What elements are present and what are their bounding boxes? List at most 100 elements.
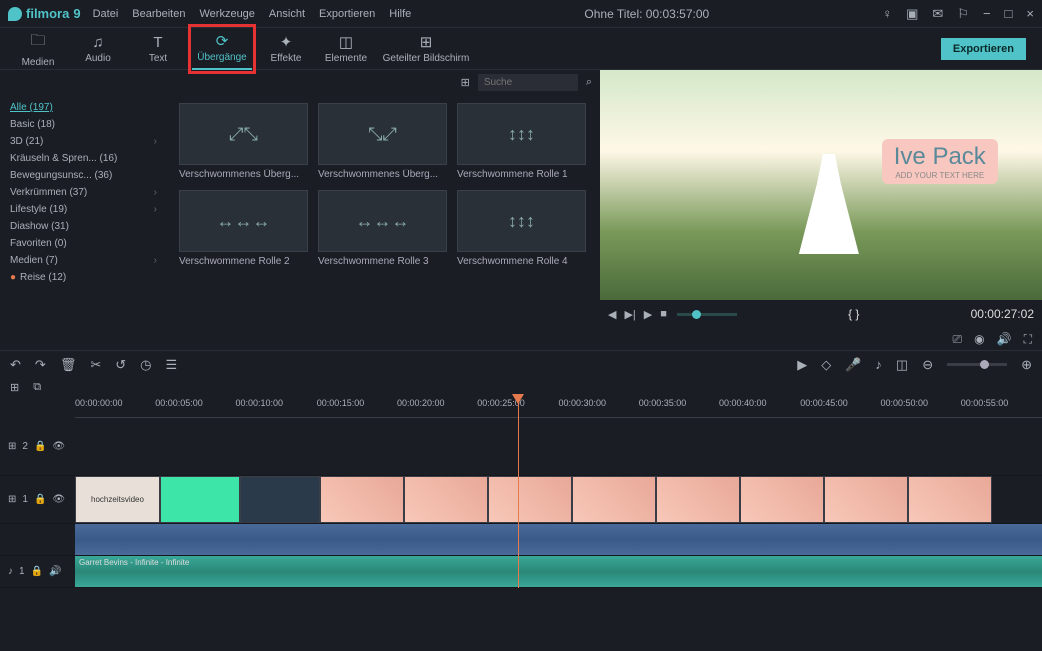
mute-icon[interactable]: 🔊 [49, 566, 61, 577]
track-content[interactable] [75, 418, 1042, 475]
stop-button[interactable]: ■ [660, 308, 667, 321]
video-clip[interactable] [404, 476, 488, 523]
marker-button[interactable]: ◷ [140, 357, 151, 373]
video-clip[interactable] [656, 476, 740, 523]
video-clip[interactable] [160, 476, 240, 523]
delete-button[interactable]: 🗑 [60, 357, 77, 373]
render-button[interactable]: ▶ [797, 357, 807, 373]
sidebar-item-basic[interactable]: Basic (18) [0, 116, 165, 133]
ruler-mark: 00:00:05:00 [155, 398, 203, 408]
mail-icon[interactable]: ✉ [932, 6, 943, 22]
sidebar-item-kraeuseln[interactable]: Kräuseln & Spren... (16) [0, 150, 165, 167]
menu-datei[interactable]: Datei [93, 8, 119, 20]
export-button[interactable]: Exportieren [941, 38, 1026, 60]
sidebar-item-medien[interactable]: Medien (7)› [0, 252, 165, 269]
time-ruler[interactable]: 00:00:00:00 00:00:05:00 00:00:10:00 00:0… [75, 396, 1042, 418]
redo-button[interactable]: ↷ [35, 357, 46, 373]
zoom-slider[interactable] [947, 363, 1007, 366]
grid-view-icon[interactable]: ⊞ [461, 76, 470, 89]
video-clip[interactable] [824, 476, 908, 523]
category-sidebar: Alle (197) Basic (18) 3D (21)› Kräuseln … [0, 95, 165, 350]
menu-ansicht[interactable]: Ansicht [269, 8, 305, 20]
display-icon[interactable]: ⎚ [953, 332, 963, 347]
tab-effekte[interactable]: ✦Effekte [256, 28, 316, 70]
fullscreen-icon[interactable]: ⛶ [1024, 332, 1032, 347]
sidebar-item-reise[interactable]: ●Reise (12) [0, 269, 165, 286]
cut-button[interactable]: ✂ [90, 357, 101, 373]
tab-uebergaenge[interactable]: ⟳Übergänge [192, 28, 252, 70]
transition-label: Verschwommenes Überg... [318, 169, 447, 180]
track-content[interactable]: Garret Bevins - Infinite - Infinite [75, 556, 1042, 587]
visibility-icon[interactable]: 👁 [52, 441, 65, 452]
track-content[interactable] [75, 524, 1042, 555]
settings-button[interactable]: ☰ [165, 357, 177, 373]
sidebar-item-diashow[interactable]: Diashow (31) [0, 218, 165, 235]
menu-exportieren[interactable]: Exportieren [319, 8, 375, 20]
menu-werkzeuge[interactable]: Werkzeuge [199, 8, 254, 20]
music-button[interactable]: ♪ [875, 357, 882, 372]
sidebar-item-lifestyle[interactable]: Lifestyle (19)› [0, 201, 165, 218]
snapshot-icon[interactable]: ◉ [974, 332, 984, 346]
search-input[interactable] [478, 74, 578, 91]
transition-item[interactable]: ↔↔↔Verschwommene Rolle 2 [179, 190, 308, 267]
chevron-right-icon: › [154, 136, 157, 147]
volume-icon[interactable]: 🔊 [997, 332, 1012, 346]
video-clip[interactable] [908, 476, 992, 523]
audio-clip[interactable]: Garret Bevins - Infinite - Infinite [75, 556, 1042, 587]
transition-item[interactable]: ⤡⤢Verschwommenes Überg... [318, 103, 447, 180]
lock-icon[interactable]: 🔒 [31, 566, 43, 577]
sidebar-item-3d[interactable]: 3D (21)› [0, 133, 165, 150]
undo-button[interactable]: ↶ [10, 357, 21, 373]
menu-bearbeiten[interactable]: Bearbeiten [132, 8, 185, 20]
transition-item[interactable]: ↔↔↔Verschwommene Rolle 3 [318, 190, 447, 267]
transition-item[interactable]: ↕↕↕Verschwommene Rolle 4 [457, 190, 586, 267]
tab-medien[interactable]: 🗀Medien [8, 28, 68, 70]
audio-waveform[interactable] [75, 524, 1042, 555]
video-clip[interactable] [320, 476, 404, 523]
visibility-icon[interactable]: 👁 [52, 494, 65, 505]
transition-item[interactable]: ⤢⤡Verschwommenes Überg... [179, 103, 308, 180]
video-clip[interactable] [240, 476, 320, 523]
volume-slider[interactable] [677, 313, 737, 316]
maximize-button[interactable]: □ [1005, 6, 1013, 21]
tab-text[interactable]: TText [128, 28, 188, 70]
user-icon[interactable]: ♀ [882, 6, 892, 21]
video-clip[interactable]: hochzeitsvideo [75, 476, 160, 523]
transition-label: Verschwommene Rolle 1 [457, 169, 586, 180]
zoom-out-button[interactable]: ⊖ [922, 357, 933, 373]
notification-icon[interactable]: ⚐ [957, 6, 969, 22]
marker2-button[interactable]: ◇ [821, 357, 831, 373]
video-clip[interactable] [572, 476, 656, 523]
track-content[interactable]: hochzeitsvideo [75, 476, 1042, 523]
lock-icon[interactable]: 🔒 [34, 441, 46, 452]
menu-hilfe[interactable]: Hilfe [389, 8, 411, 20]
video-clip[interactable] [488, 476, 572, 523]
box-icon[interactable]: ▣ [906, 6, 918, 22]
preview-viewport[interactable]: Ive Pack ADD YOUR TEXT HERE [600, 70, 1042, 300]
close-button[interactable]: × [1026, 6, 1034, 21]
playhead[interactable] [518, 396, 519, 588]
preview-timecode: 00:00:27:02 [971, 307, 1034, 321]
search-icon[interactable]: ⌕ [586, 76, 592, 89]
zoom-in-button[interactable]: ⊕ [1021, 357, 1032, 373]
play-button[interactable]: ▶ [644, 308, 652, 321]
sidebar-item-bewegung[interactable]: Bewegungsunsc... (36) [0, 167, 165, 184]
transition-item[interactable]: ↕↕↕Verschwommene Rolle 1 [457, 103, 586, 180]
sidebar-label: Medien (7) [10, 255, 58, 266]
track-layout-icon[interactable]: ⊞ [10, 381, 19, 394]
tab-geteilter[interactable]: ⊞Geteilter Bildschirm [376, 28, 476, 70]
video-clip[interactable] [740, 476, 824, 523]
link-icon[interactable]: ⧉ [33, 381, 41, 394]
step-back-button[interactable]: ▶| [624, 308, 635, 321]
tab-elemente[interactable]: ◫Elemente [316, 28, 376, 70]
lock-icon[interactable]: 🔒 [34, 494, 46, 505]
sidebar-item-alle[interactable]: Alle (197) [0, 99, 165, 116]
tab-audio[interactable]: ♫Audio [68, 28, 128, 70]
mic-button[interactable]: 🎤 [845, 357, 861, 373]
sidebar-item-favoriten[interactable]: Favoriten (0) [0, 235, 165, 252]
minimize-button[interactable]: − [983, 6, 991, 21]
sidebar-item-verkruemmen[interactable]: Verkrümmen (37)› [0, 184, 165, 201]
mixer-button[interactable]: ◫ [896, 357, 908, 373]
history-button[interactable]: ↺ [115, 357, 126, 373]
prev-frame-button[interactable]: ◀ [608, 308, 616, 321]
